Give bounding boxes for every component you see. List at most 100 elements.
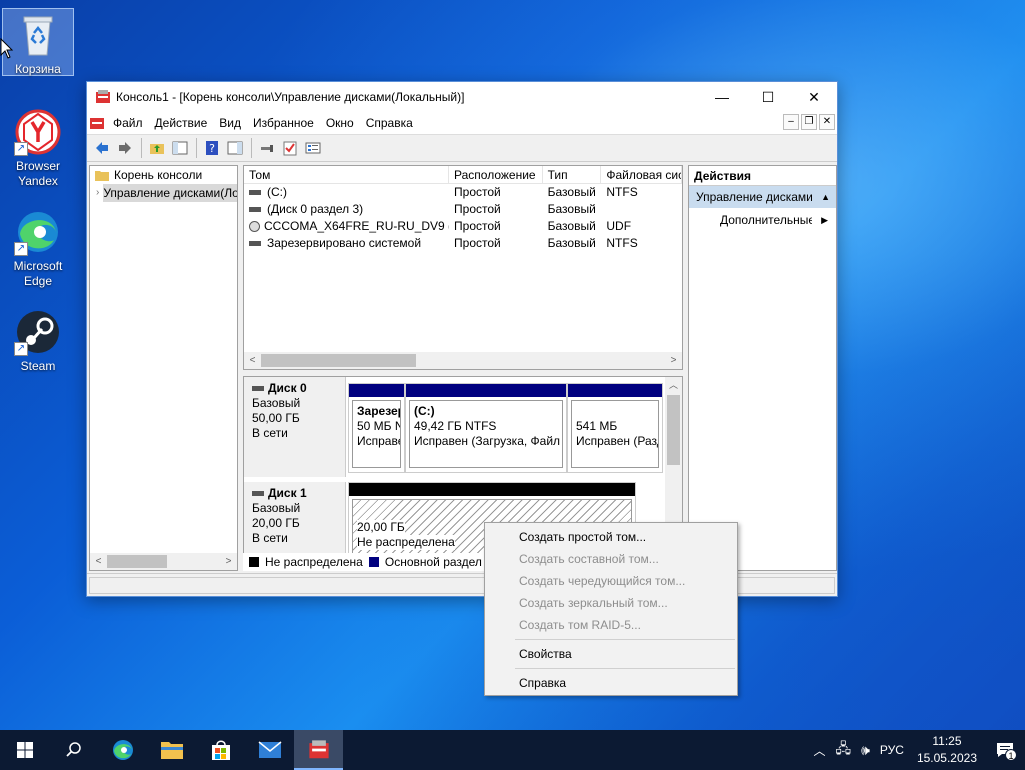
folder-up-icon xyxy=(150,144,164,154)
scroll-right-icon[interactable]: > xyxy=(665,355,682,366)
partition-size: 541 МБ xyxy=(576,419,618,433)
partition-info: Зарезервировано системой 50 МБ NTFS Испр… xyxy=(352,400,401,468)
check-button[interactable] xyxy=(279,137,301,159)
clock-time: 11:25 xyxy=(932,734,962,748)
language-indicator[interactable]: РУС xyxy=(875,743,909,757)
up-level-button[interactable] xyxy=(146,137,168,159)
column-header-type[interactable]: Тип xyxy=(543,166,602,183)
network-icon[interactable]: 🖧 xyxy=(830,738,856,762)
store-icon xyxy=(211,740,230,760)
table-row[interactable]: (C:) Простой Базовый NTFS xyxy=(244,184,682,201)
tree-item-console-root[interactable]: Корень консоли xyxy=(90,166,237,184)
search-button[interactable] xyxy=(49,730,98,770)
column-header-volume[interactable]: Том xyxy=(244,166,450,183)
drive-icon xyxy=(249,190,261,196)
menu-view[interactable]: Вид xyxy=(213,116,247,130)
partition-recovery[interactable]: 541 МБ Исправен (Раздел xyxy=(567,383,663,473)
clock-date: 15.05.2023 xyxy=(916,751,977,765)
disk-management-app-icon xyxy=(308,740,329,759)
table-row[interactable]: CCCOMA_X64FRE_RU-RU_DV9 (D:) Простой Баз… xyxy=(244,218,682,235)
help-button[interactable]: ? xyxy=(201,137,223,159)
show-hide-tree-button[interactable] xyxy=(169,137,191,159)
taskbar-file-explorer[interactable] xyxy=(147,730,196,770)
partition-size: 20,00 ГБ xyxy=(357,520,405,535)
desktop-icon-steam[interactable]: ↗ Steam xyxy=(2,306,74,374)
scroll-left-icon[interactable]: < xyxy=(90,556,107,567)
actions-more-actions[interactable]: Дополнительные действия ▶ xyxy=(689,208,836,232)
disk-status: В сети xyxy=(252,426,288,440)
list-horizontal-scrollbar[interactable]: < > xyxy=(244,352,682,369)
console-icon[interactable] xyxy=(89,115,105,131)
taskbar-disk-management[interactable] xyxy=(294,730,343,770)
close-button[interactable]: ✕ xyxy=(791,82,837,112)
menu-item-create-simple-volume[interactable]: Создать простой том... xyxy=(485,526,737,548)
windows-logo-icon xyxy=(16,742,33,758)
clock[interactable]: 11:25 15.05.2023 xyxy=(909,733,985,767)
scroll-up-icon[interactable]: ︿ xyxy=(665,377,682,394)
legend-swatch-primary xyxy=(368,557,379,567)
properties-button[interactable] xyxy=(302,137,324,159)
tree-item-label: Управление дисками(Локальный) xyxy=(103,184,237,202)
volume-icon[interactable]: 🕪 xyxy=(856,742,875,759)
actions-section-disk-management[interactable]: Управление дисками ▲ xyxy=(689,186,836,208)
scroll-right-icon[interactable]: > xyxy=(220,556,237,567)
partition-c-drive[interactable]: (C:) 49,42 ГБ NTFS Исправен (Загрузка, Ф… xyxy=(405,383,567,473)
table-cell: Простой xyxy=(454,185,501,199)
disk-size: 50,00 ГБ xyxy=(252,411,300,425)
forward-button[interactable] xyxy=(114,137,136,159)
back-button[interactable] xyxy=(91,137,113,159)
menu-item-properties[interactable]: Свойства xyxy=(485,643,737,665)
desktop-icon-edge[interactable]: ↗ Microsoft Edge xyxy=(2,206,74,289)
cell-text: CCCOMA_X64FRE_RU-RU_DV9 (D:) xyxy=(264,219,450,233)
steam-icon: ↗ xyxy=(14,308,62,356)
mdi-restore-button[interactable]: ❐ xyxy=(801,114,817,130)
desktop-icon-yandex-browser[interactable]: ↗ Browser Yandex xyxy=(2,106,74,189)
disk-0-label[interactable]: Диск 0 Базовый 50,00 ГБ В сети xyxy=(244,377,346,477)
maximize-button[interactable]: ☐ xyxy=(745,82,791,112)
menu-file[interactable]: Файл xyxy=(107,116,149,130)
tree-horizontal-scrollbar[interactable]: < > xyxy=(90,553,237,570)
yandex-browser-icon: ↗ xyxy=(14,108,62,156)
title-bar[interactable]: Консоль1 - [Корень консоли\Управление ди… xyxy=(87,82,837,112)
taskbar-mail[interactable] xyxy=(245,730,294,770)
drive-icon xyxy=(249,207,261,213)
toolbar-separator xyxy=(196,138,197,158)
toolbar: ? xyxy=(87,134,837,162)
taskbar-edge[interactable] xyxy=(98,730,147,770)
shortcut-arrow-icon: ↗ xyxy=(14,342,28,356)
column-header-filesystem[interactable]: Файловая система xyxy=(601,166,682,183)
drive-icon xyxy=(252,386,264,392)
show-hide-action-pane-button[interactable] xyxy=(224,137,246,159)
desktop-icon-label: Корзина xyxy=(15,62,61,76)
taskbar-store[interactable] xyxy=(196,730,245,770)
menu-action[interactable]: Действие xyxy=(149,116,214,130)
scroll-left-icon[interactable]: < xyxy=(244,355,261,366)
start-button[interactable] xyxy=(0,730,49,770)
notification-center-button[interactable]: 1 xyxy=(985,730,1025,770)
volume-name-cell: (C:) xyxy=(244,184,449,201)
disk-legend: Не распределена Основной раздел xyxy=(243,553,503,571)
mdi-minimize-button[interactable]: – xyxy=(783,114,799,130)
partition-title: (C:) xyxy=(414,404,435,418)
menu-help[interactable]: Справка xyxy=(360,116,419,130)
svg-text:?: ? xyxy=(209,142,215,155)
tree-expand-icon[interactable]: › xyxy=(96,184,99,202)
table-cell: UDF xyxy=(606,219,632,233)
show-hidden-icons-chevron-icon[interactable]: ︿ xyxy=(808,742,830,759)
collapse-icon[interactable]: ▲ xyxy=(821,186,830,208)
connect-drive-button[interactable] xyxy=(256,137,278,159)
minimize-button[interactable]: — xyxy=(699,82,745,112)
mdi-close-button[interactable]: ✕ xyxy=(819,114,835,130)
table-row[interactable]: Зарезервировано системой Простой Базовый… xyxy=(244,235,682,252)
submenu-arrow-icon: ▶ xyxy=(821,215,828,225)
tree-item-disk-management[interactable]: › Управление дисками(Локальный) xyxy=(90,184,237,202)
column-header-layout[interactable]: Расположение xyxy=(449,166,543,183)
menu-favorites[interactable]: Избранное xyxy=(247,116,320,130)
menu-item-help[interactable]: Справка xyxy=(485,672,737,694)
volume-name-cell: CCCOMA_X64FRE_RU-RU_DV9 (D:) xyxy=(244,218,449,235)
partition-system-reserved[interactable]: Зарезервировано системой 50 МБ NTFS Испр… xyxy=(348,383,405,473)
menu-window[interactable]: Окно xyxy=(320,116,360,130)
disk-status: В сети xyxy=(252,531,288,545)
table-row[interactable]: (Диск 0 раздел 3) Простой Базовый xyxy=(244,201,682,218)
console-tree-icon xyxy=(172,141,188,155)
